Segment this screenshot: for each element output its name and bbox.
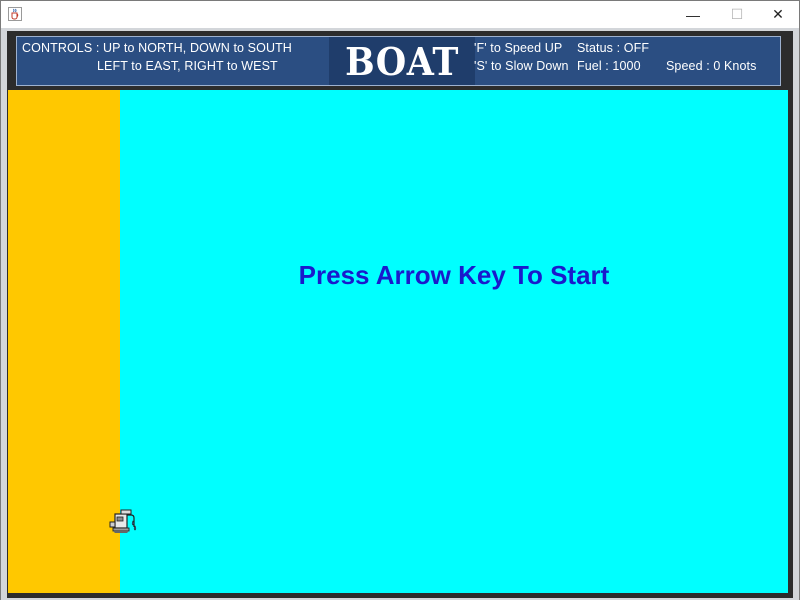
fuel-readout: Fuel : 1000 <box>577 59 641 73</box>
playfield-water[interactable]: Press Arrow Key To Start <box>8 90 788 593</box>
hud-banner: CONTROLS : UP to NORTH, DOWN to SOUTH LE… <box>16 36 781 86</box>
start-message: Press Arrow Key To Start <box>298 260 610 290</box>
slow-down-hint: 'S' to Slow Down <box>474 59 569 73</box>
maximize-button[interactable]: ☐ <box>717 1 757 28</box>
java-cup-icon <box>8 7 22 21</box>
game-content: CONTROLS : UP to NORTH, DOWN to SOUTH LE… <box>1 28 799 600</box>
minimize-button[interactable]: — <box>673 1 713 28</box>
speed-up-hint: 'F' to Speed UP <box>474 41 563 55</box>
fuel-pump-icon <box>109 509 137 533</box>
logo-panel: BOAT <box>329 37 475 85</box>
game-title: BOAT <box>345 39 459 84</box>
controls-line-1: CONTROLS : UP to NORTH, DOWN to SOUTH <box>22 41 292 55</box>
close-button[interactable]: ✕ <box>758 1 798 28</box>
controls-line-2: LEFT to EAST, RIGHT to WEST <box>97 59 278 73</box>
title-bar[interactable]: — ☐ ✕ <box>1 1 799 28</box>
status-readout: Status : OFF <box>577 41 650 55</box>
speed-readout: Speed : 0 Knots <box>666 59 757 73</box>
game-window: — ☐ ✕ CONTROLS : UP to NORTH, DOWN to SO… <box>0 0 800 600</box>
shoreline <box>8 90 120 593</box>
